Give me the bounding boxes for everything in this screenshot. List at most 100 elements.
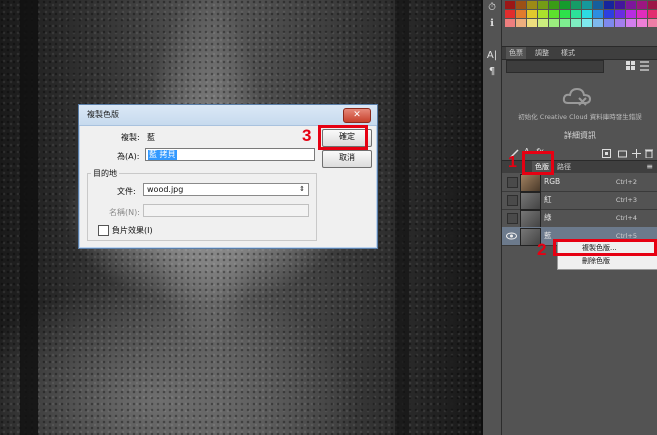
section-title: 詳細資訊	[564, 131, 596, 140]
tab-adjustments[interactable]: 調整	[532, 47, 552, 59]
color-swatch[interactable]	[582, 1, 592, 9]
menu-item-delete-channel[interactable]: 刪除色版	[558, 255, 657, 268]
channel-name: RGB	[544, 177, 561, 186]
color-swatch[interactable]	[505, 19, 515, 27]
channel-shortcut: Ctrl+2	[615, 178, 637, 186]
color-swatch[interactable]	[516, 19, 526, 27]
folder-icon[interactable]	[618, 149, 627, 158]
as-field[interactable]: 藍 拷貝	[145, 148, 315, 161]
eye-icon[interactable]	[506, 232, 517, 240]
name-field[interactable]	[143, 204, 309, 217]
color-swatch[interactable]	[505, 10, 515, 18]
info-icon[interactable]: ℹ	[483, 16, 501, 32]
color-swatch[interactable]	[615, 19, 625, 27]
color-swatch[interactable]	[538, 10, 548, 18]
dialog-titlebar[interactable]: 複製色版 ✕	[79, 105, 377, 126]
color-swatch[interactable]	[626, 10, 636, 18]
tab-paths[interactable]: 路徑	[554, 161, 574, 173]
color-swatch[interactable]	[516, 10, 526, 18]
color-swatch[interactable]	[549, 19, 559, 27]
color-swatch[interactable]	[604, 10, 614, 18]
color-swatch[interactable]	[648, 10, 657, 18]
new-channel-icon[interactable]	[602, 149, 611, 158]
color-swatch[interactable]	[637, 1, 647, 9]
document-select[interactable]: wood.jpg ⇕	[143, 183, 309, 196]
color-swatch[interactable]	[538, 1, 548, 9]
tab-swatches[interactable]: 色票	[506, 47, 526, 59]
step-1-number: 1	[508, 154, 517, 171]
visibility-toggle[interactable]	[507, 213, 518, 224]
character-icon[interactable]: A|	[483, 48, 501, 64]
color-swatch[interactable]	[604, 1, 614, 9]
color-swatch[interactable]	[505, 1, 515, 9]
color-swatch[interactable]	[571, 19, 581, 27]
swatches-grid	[504, 0, 657, 36]
channel-row[interactable]: 紅 Ctrl+3	[502, 191, 657, 210]
panel-menu-icon[interactable]: ≡	[646, 161, 653, 173]
color-swatch[interactable]	[615, 1, 625, 9]
color-swatch[interactable]	[571, 10, 581, 18]
color-swatch[interactable]	[549, 10, 559, 18]
duplicate-value: 藍	[147, 133, 155, 142]
color-swatch[interactable]	[593, 19, 603, 27]
select-arrows-icon: ⇕	[299, 185, 305, 193]
color-swatch[interactable]	[637, 10, 647, 18]
color-swatch[interactable]	[571, 1, 581, 9]
color-swatch[interactable]	[637, 19, 647, 27]
close-icon[interactable]: ✕	[343, 108, 371, 123]
invert-label: 負片效果(I)	[112, 226, 153, 235]
document-select-value: wood.jpg	[147, 185, 184, 194]
library-select[interactable]	[506, 60, 604, 73]
color-swatch[interactable]	[615, 10, 625, 18]
highlight-channels-tab	[522, 151, 554, 175]
step-2-number: 2	[537, 240, 547, 259]
color-swatch[interactable]	[527, 10, 537, 18]
cancel-button[interactable]: 取消	[322, 150, 372, 168]
dialog-title: 複製色版	[87, 110, 119, 119]
color-swatch[interactable]	[648, 1, 657, 9]
grid-view-icon[interactable]	[626, 61, 636, 71]
color-swatch[interactable]	[648, 19, 657, 27]
channel-thumbnail	[520, 174, 541, 192]
duplicate-label: 複製:	[121, 133, 140, 142]
channel-row[interactable]: 綠 Ctrl+4	[502, 209, 657, 228]
channel-row[interactable]: RGB Ctrl+2	[502, 173, 657, 192]
color-swatch[interactable]	[582, 19, 592, 27]
highlight-duplicate-menu-item	[553, 239, 657, 256]
visibility-toggle[interactable]	[507, 195, 518, 206]
cc-error-message: 初始化 Creative Cloud 資料庫時發生錯誤	[518, 113, 642, 121]
color-swatch[interactable]	[560, 1, 570, 9]
color-swatch[interactable]	[593, 10, 603, 18]
highlight-ok-button	[318, 125, 368, 150]
tab-styles[interactable]: 樣式	[558, 47, 578, 59]
color-swatch[interactable]	[527, 1, 537, 9]
panel-tabs: 色票 調整 樣式	[502, 46, 657, 60]
channel-thumbnail	[520, 192, 541, 210]
color-swatch[interactable]	[560, 10, 570, 18]
tree-trunk	[20, 0, 38, 435]
color-swatch[interactable]	[538, 19, 548, 27]
add-icon[interactable]	[632, 149, 641, 158]
list-view-icon[interactable]	[640, 61, 650, 71]
paragraph-icon[interactable]: ¶	[483, 64, 501, 80]
history-icon[interactable]: ⏱	[483, 0, 501, 16]
color-swatch[interactable]	[626, 1, 636, 9]
channel-shortcut: Ctrl+4	[615, 214, 637, 222]
color-swatch[interactable]	[604, 19, 614, 27]
color-swatch[interactable]	[549, 1, 559, 9]
visibility-toggle[interactable]	[507, 177, 518, 188]
invert-checkbox[interactable]	[98, 225, 109, 236]
color-swatch[interactable]	[560, 19, 570, 27]
color-swatch[interactable]	[582, 10, 592, 18]
color-swatch[interactable]	[593, 1, 603, 9]
color-swatch[interactable]	[516, 1, 526, 9]
color-swatch[interactable]	[527, 19, 537, 27]
step-3-number: 3	[302, 126, 312, 145]
panel-icon-strip: ⏱ ℹ A| ¶	[483, 0, 502, 435]
as-field-value: 藍 拷貝	[148, 150, 177, 160]
color-swatch[interactable]	[626, 19, 636, 27]
channel-name: 紅	[544, 195, 552, 204]
channel-name: 綠	[544, 213, 552, 222]
trash-icon[interactable]	[645, 149, 653, 158]
destination-label: 目的地	[91, 168, 119, 179]
